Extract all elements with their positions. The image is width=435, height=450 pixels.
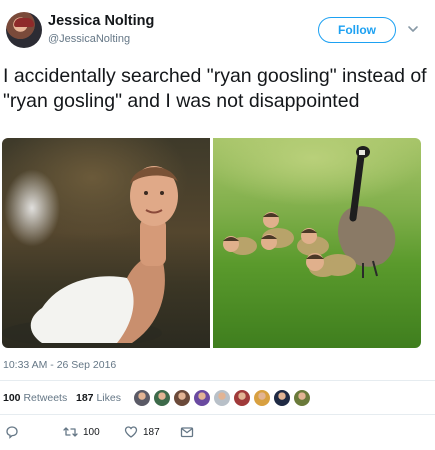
- author-display-name[interactable]: Jessica Nolting: [48, 13, 154, 29]
- author-handle[interactable]: @JessicaNolting: [48, 33, 130, 45]
- follow-button[interactable]: Follow: [318, 17, 396, 43]
- heart-icon: [124, 426, 138, 438]
- author-avatar[interactable]: [6, 12, 42, 48]
- retweet-button[interactable]: 100: [63, 425, 100, 439]
- liker-avatar[interactable]: [293, 389, 311, 407]
- likes-label: Likes: [96, 392, 121, 404]
- retweets-stat[interactable]: 100 Retweets: [3, 392, 67, 404]
- tweet-stats: 100 Retweets 187 Likes: [3, 392, 121, 404]
- reply-button[interactable]: [5, 425, 19, 439]
- photo-goose-with-face[interactable]: [2, 138, 210, 348]
- like-button[interactable]: 187: [124, 425, 160, 439]
- photo-goslings-with-faces[interactable]: [213, 138, 421, 348]
- liker-avatar[interactable]: [273, 389, 291, 407]
- direct-message-button[interactable]: [180, 425, 194, 439]
- liker-avatar[interactable]: [133, 389, 151, 407]
- chevron-down-icon[interactable]: [406, 22, 420, 36]
- like-count: 187: [143, 426, 160, 438]
- liker-avatars: [133, 389, 311, 407]
- tweet-actions: 100 187: [0, 425, 435, 443]
- divider: [0, 414, 435, 415]
- liker-avatar[interactable]: [213, 389, 231, 407]
- liker-avatar[interactable]: [233, 389, 251, 407]
- liker-avatar[interactable]: [153, 389, 171, 407]
- liker-avatar[interactable]: [253, 389, 271, 407]
- likes-count: 187: [76, 392, 94, 404]
- reply-icon: [6, 426, 18, 439]
- liker-avatar[interactable]: [173, 389, 191, 407]
- liker-avatar[interactable]: [193, 389, 211, 407]
- goose-family-illustration: [223, 146, 396, 278]
- tweet-text: I accidentally searched "ryan goosling" …: [3, 65, 427, 112]
- tweet-media[interactable]: [2, 138, 421, 348]
- retweet-count: 100: [83, 426, 100, 438]
- retweet-icon: [63, 427, 78, 437]
- tweet-timestamp[interactable]: 10:33 AM - 26 Sep 2016: [3, 359, 116, 371]
- tweet-header: Jessica Nolting @JessicaNolting Follow: [0, 0, 435, 56]
- likes-stat[interactable]: 187 Likes: [76, 392, 121, 404]
- retweets-count: 100: [3, 392, 21, 404]
- envelope-icon: [180, 427, 194, 438]
- goose-illustration-left: [2, 166, 178, 347]
- retweets-label: Retweets: [23, 392, 68, 404]
- divider: [0, 380, 435, 381]
